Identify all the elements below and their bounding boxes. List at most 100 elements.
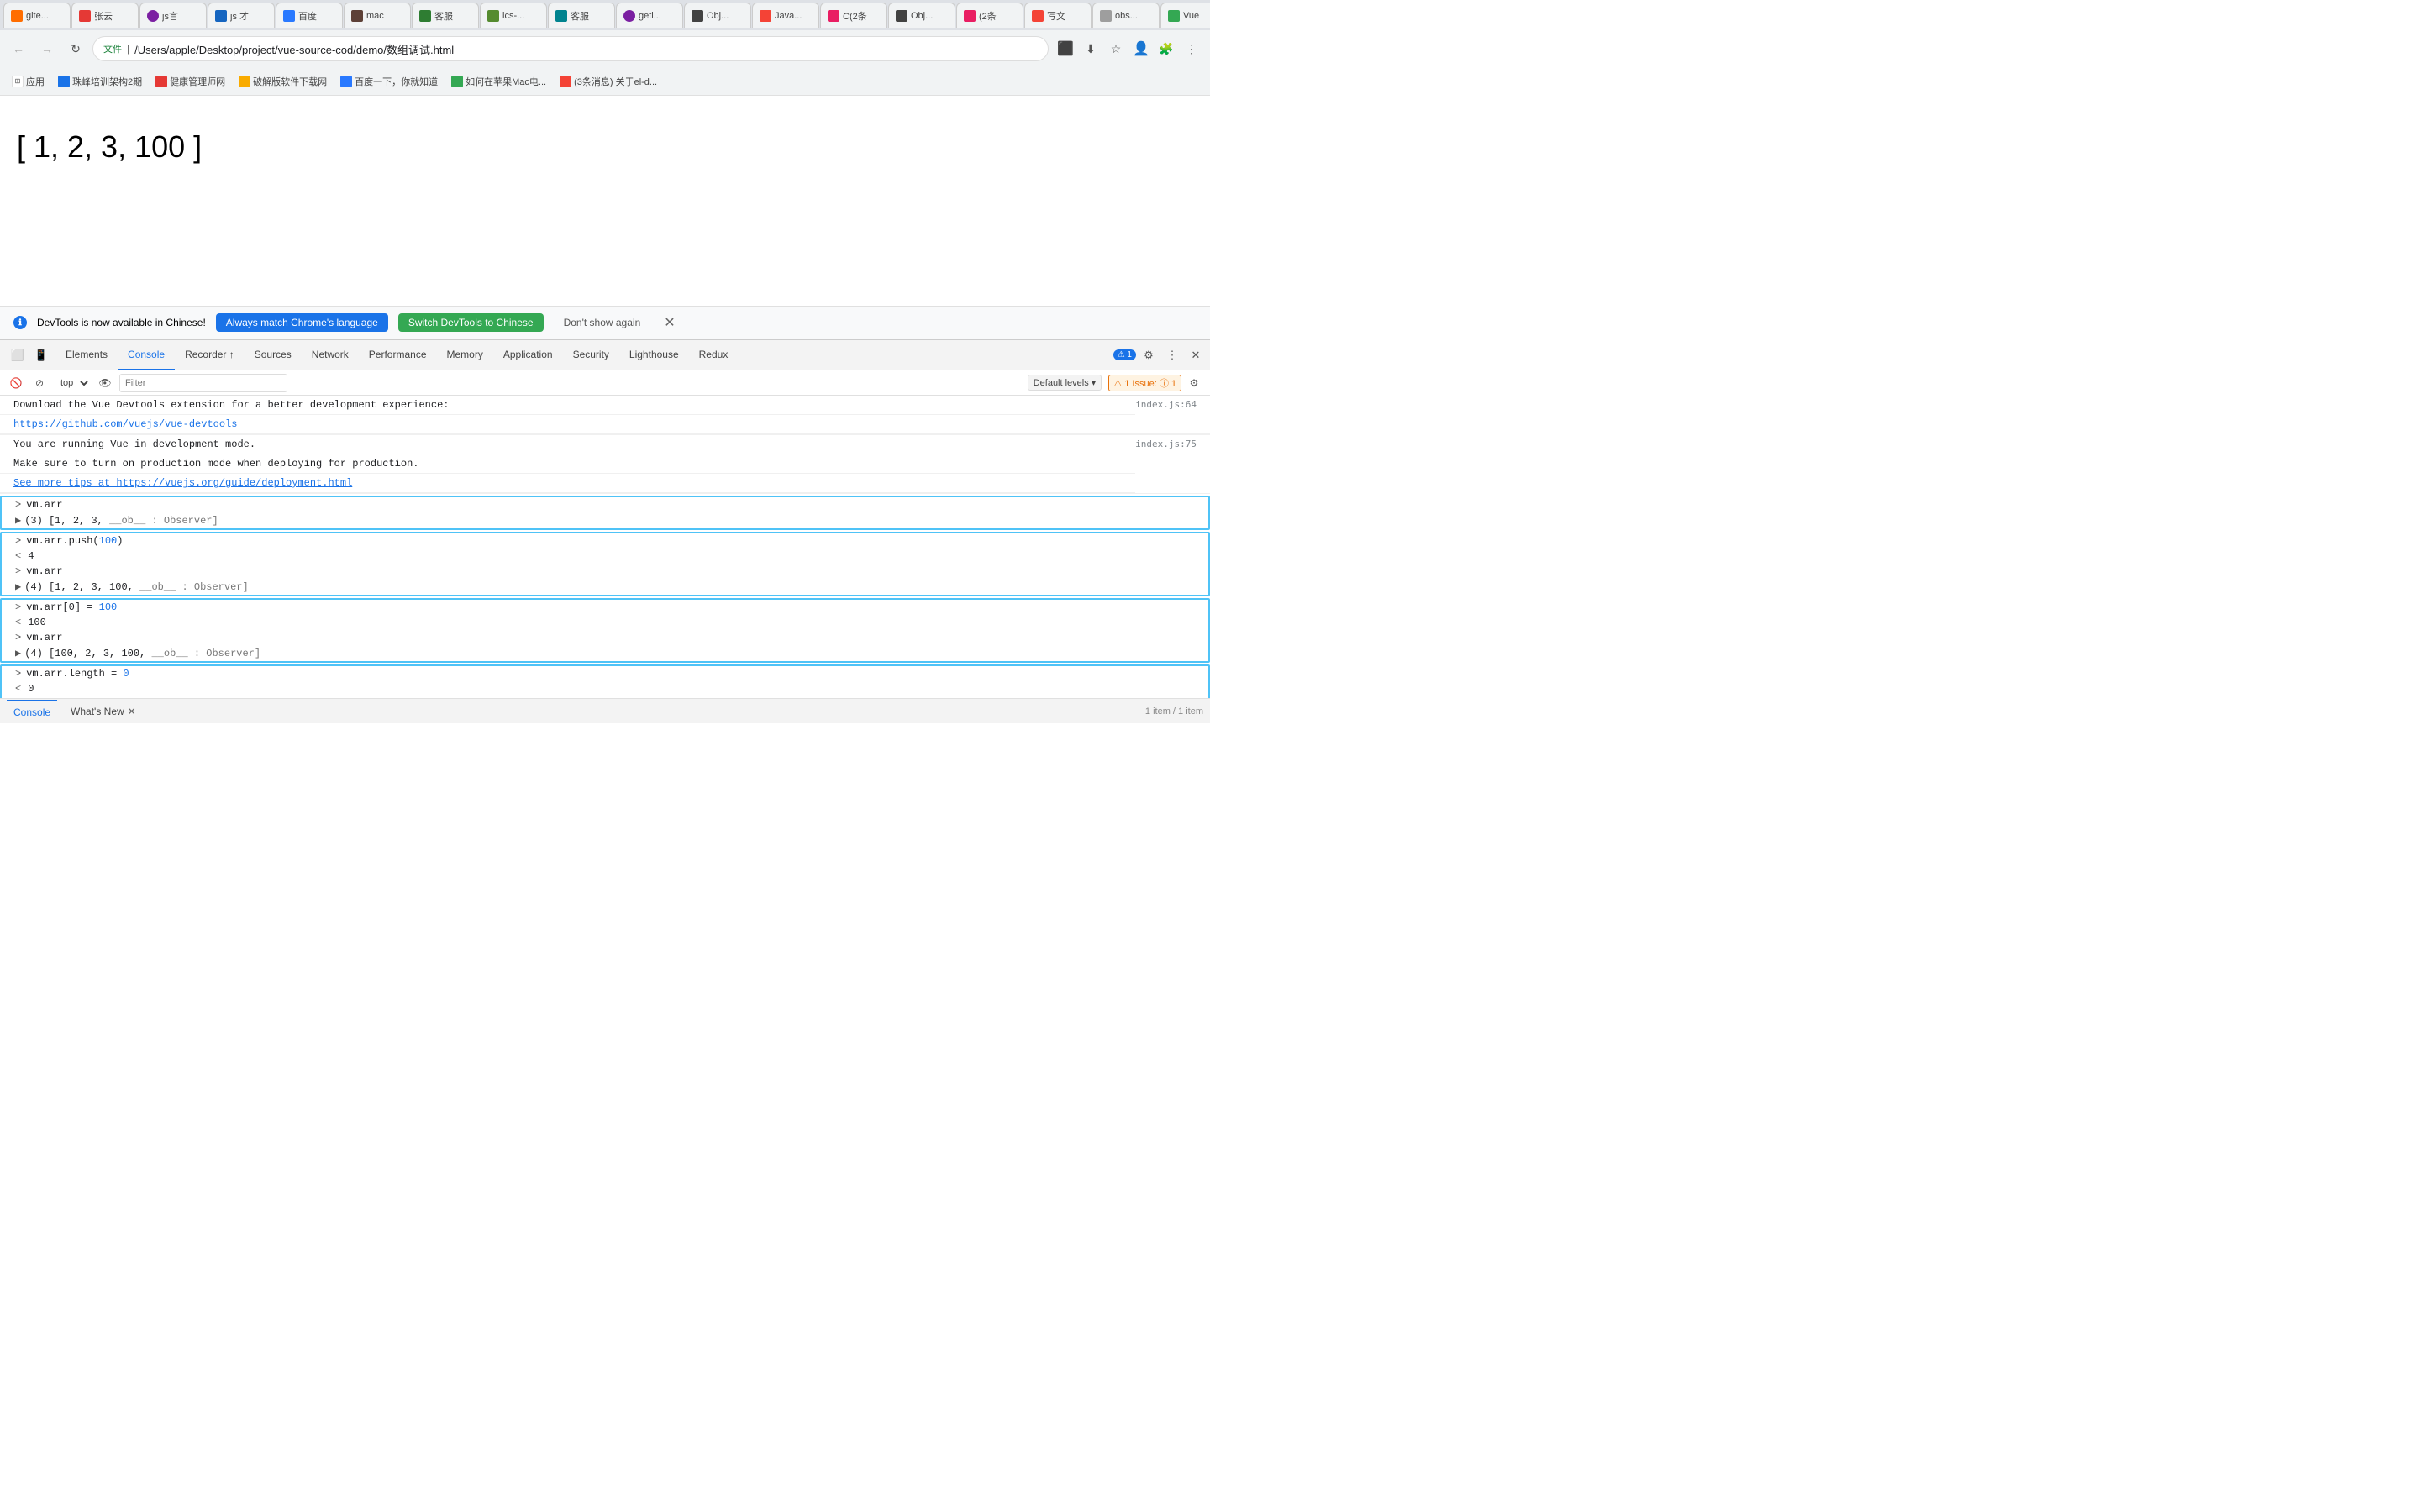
console-entry-vuemode: You are running Vue in development mode.… — [0, 435, 1210, 494]
bookmark-mac[interactable]: 如何在苹果Mac电... — [446, 73, 551, 90]
tab-xiewen[interactable]: 写文 — [1024, 3, 1092, 28]
tab-mac[interactable]: mac — [344, 3, 411, 28]
tab-obj2[interactable]: Obj... — [888, 3, 955, 28]
code-block-4: > vm.arr.length = 0 < 0 > vm.arr ▶ [__ob… — [0, 664, 1210, 698]
bottom-tab-console[interactable]: Console — [7, 700, 57, 723]
bottom-tab-whatsnew-close[interactable]: ✕ — [128, 706, 136, 717]
bookmark-apps[interactable]: ⊞ 应用 — [7, 73, 50, 90]
code-block-1: > vm.arr ▶ (3) [1, 2, 3, __ob__ : Observ… — [0, 496, 1210, 530]
code-text-2-3: vm.arr — [26, 565, 62, 577]
tab-jshuo[interactable]: js言 — [139, 3, 207, 28]
device-toggle-button[interactable]: 📱 — [30, 344, 52, 366]
code-text-3-3: vm.arr — [26, 632, 62, 643]
devtools-tab-sources[interactable]: Sources — [245, 340, 302, 370]
devtools-tab-network[interactable]: Network — [302, 340, 359, 370]
tab-favicon-java — [760, 10, 771, 22]
more-button[interactable]: ⋮ — [1180, 37, 1203, 60]
tab-favicon-mac — [351, 10, 363, 22]
console-right-label-2[interactable]: index.js:75 — [1135, 435, 1210, 493]
switch-devtools-button[interactable]: Switch DevTools to Chinese — [398, 313, 544, 332]
devtools-tab-elements[interactable]: Elements — [55, 340, 118, 370]
tab-label-obs: obs... — [1115, 11, 1152, 21]
console-eye-button[interactable]: 👁 — [96, 374, 114, 392]
tab-favicon-2tiao2 — [964, 10, 976, 22]
code-expand-3-4[interactable]: ▶ — [15, 647, 21, 659]
bookmark-label-el: (3条消息) 关于el-d... — [574, 75, 657, 88]
console-right-label-1[interactable]: index.js:64 — [1135, 396, 1210, 415]
code-line-3-3: > vm.arr — [2, 630, 1208, 645]
devtools-tab-application[interactable]: Application — [493, 340, 563, 370]
devtools-tab-memory[interactable]: Memory — [437, 340, 493, 370]
tab-favicon-ics — [487, 10, 499, 22]
code-text-1-2: (3) [1, 2, 3, __ob__ : Observer] — [24, 515, 218, 527]
devtools-tab-console[interactable]: Console — [118, 340, 175, 370]
tab-obj[interactable]: Obj... — [684, 3, 751, 28]
bookmark-zhufeng[interactable]: 珠峰培训架构2期 — [53, 73, 147, 90]
tab-jscai[interactable]: js 才 — [208, 3, 275, 28]
tab-2tiao2[interactable]: (2条 — [956, 3, 1023, 28]
console-filter-icon[interactable]: ⊘ — [30, 374, 49, 392]
tab-2tiao[interactable]: C(2条 — [820, 3, 887, 28]
bookmark-crack[interactable]: 破解版软件下载网 — [234, 73, 332, 90]
bottom-bar: Console What's New ✕ 1 item / 1 item — [0, 698, 1210, 723]
forward-button[interactable]: → — [35, 37, 59, 60]
devtools-tabs: Elements Console Recorder ↑ Sources Netw… — [55, 340, 1113, 370]
cast-button[interactable]: ⬛ — [1054, 37, 1077, 60]
tab-zhangyu[interactable]: 张云 — [71, 3, 139, 28]
tab-favicon-obj — [692, 10, 703, 22]
console-settings-button[interactable]: ⚙ — [1185, 374, 1203, 392]
download-button[interactable]: ⬇ — [1079, 37, 1102, 60]
bottom-tab-whatsnew[interactable]: What's New ✕ — [64, 700, 143, 723]
console-clear-button[interactable]: 🚫 — [7, 374, 25, 392]
always-match-button[interactable]: Always match Chrome's language — [216, 313, 388, 332]
code-expand-2-4[interactable]: ▶ — [15, 580, 21, 593]
default-levels-select[interactable]: Default levels ▾ — [1028, 375, 1102, 391]
console-context-select[interactable]: top — [54, 375, 91, 391]
devtools-settings-button[interactable]: ⚙ — [1138, 344, 1160, 366]
bookmark-baidu[interactable]: 百度一下，你就知道 — [335, 73, 443, 90]
console-message-vuemode3[interactable]: See more tips at https://vuejs.org/guide… — [0, 474, 1135, 493]
devtools-panel: ⬜ 📱 Elements Console Recorder ↑ Sources … — [0, 339, 1210, 723]
tab-kefu[interactable]: 客服 — [412, 3, 479, 28]
profile-button[interactable]: 👤 — [1129, 37, 1153, 60]
devtools-tab-redux[interactable]: Redux — [689, 340, 739, 370]
bookmark-favicon-zhufeng — [58, 76, 70, 87]
code-line-4-3: > vm.arr — [2, 696, 1208, 698]
devtools-tab-recorder[interactable]: Recorder ↑ — [175, 340, 245, 370]
tab-ics[interactable]: ics-... — [480, 3, 547, 28]
code-text-4-1: vm.arr.length = 0 — [26, 668, 129, 680]
dont-show-button[interactable]: Don't show again — [554, 313, 651, 332]
tab-java[interactable]: Java... — [752, 3, 819, 28]
inspect-element-button[interactable]: ⬜ — [7, 344, 29, 366]
code-expand-1-2[interactable]: ▶ — [15, 514, 21, 527]
tab-vue[interactable]: Vue — [1160, 3, 1210, 28]
tab-obs[interactable]: obs... — [1092, 3, 1160, 28]
tab-geti[interactable]: geti... — [616, 3, 683, 28]
devtools-right-icons: ⚠ 1 ⚙ ⋮ ✕ — [1113, 344, 1207, 366]
devtools-tab-security[interactable]: Security — [563, 340, 619, 370]
address-input[interactable]: 文件 | /Users/apple/Desktop/project/vue-so… — [92, 36, 1049, 61]
devtools-close-button[interactable]: ✕ — [1185, 344, 1207, 366]
code-text-2-2: 4 — [28, 550, 34, 562]
console-message-vuemsg2[interactable]: https://github.com/vuejs/vue-devtools — [0, 415, 1210, 434]
devtools-tab-performance[interactable]: Performance — [359, 340, 437, 370]
tab-favicon-geti — [623, 10, 635, 22]
bookmark-label-apps: 应用 — [26, 75, 45, 88]
reload-button[interactable]: ↻ — [64, 37, 87, 60]
devtools-dock-button[interactable]: ⋮ — [1161, 344, 1183, 366]
tab-kefu2[interactable]: 客服 — [548, 3, 615, 28]
bookmark-button[interactable]: ☆ — [1104, 37, 1128, 60]
bookmark-health[interactable]: 健康管理师网 — [150, 73, 230, 90]
extension-button[interactable]: 🧩 — [1155, 37, 1178, 60]
console-filter-input[interactable] — [119, 374, 287, 392]
notification-close-button[interactable]: ✕ — [660, 314, 678, 331]
tab-baidu[interactable]: 百度 — [276, 3, 343, 28]
devtools-tab-lighthouse[interactable]: Lighthouse — [619, 340, 689, 370]
tab-label-xiewen: 写文 — [1047, 9, 1084, 23]
bookmark-el[interactable]: (3条消息) 关于el-d... — [555, 73, 662, 90]
bookmark-label-crack: 破解版软件下载网 — [253, 75, 327, 88]
back-button[interactable]: ← — [7, 37, 30, 60]
bookmark-favicon-apps: ⊞ — [12, 76, 24, 87]
code-prompt-3-1: > — [15, 601, 21, 613]
tab-gitee[interactable]: gite... — [3, 3, 71, 28]
